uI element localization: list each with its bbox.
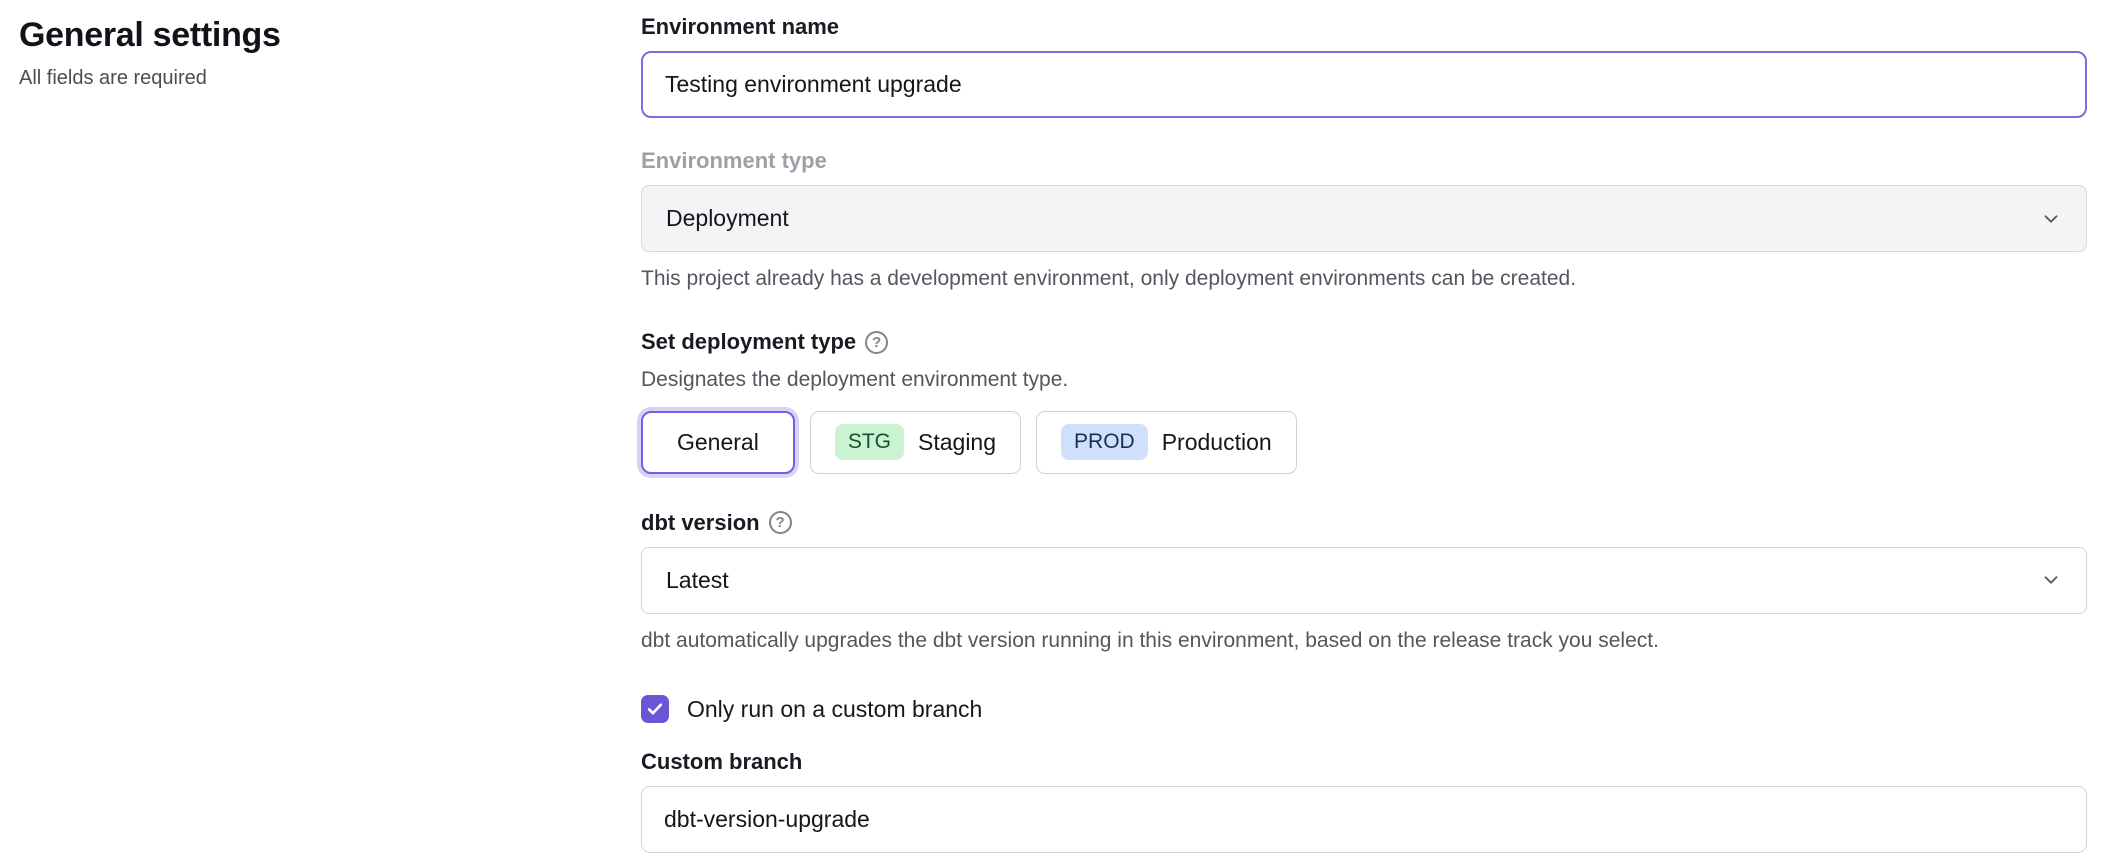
deployment-type-field: Set deployment type ? Designates the dep… (641, 329, 2087, 473)
custom-branch-input[interactable] (641, 786, 2087, 853)
environment-name-field: Environment name (641, 14, 2087, 118)
environment-type-select[interactable]: Deployment (641, 185, 2087, 252)
environment-type-value: Deployment (666, 205, 789, 232)
environment-type-field: Environment type Deployment This project… (641, 148, 2087, 293)
dbt-version-select[interactable]: Latest (641, 547, 2087, 614)
deployment-type-label-text: Set deployment type (641, 329, 856, 355)
dbt-version-helper: dbt automatically upgrades the dbt versi… (641, 627, 2087, 655)
deployment-option-general[interactable]: General (641, 411, 795, 474)
dbt-version-field: dbt version ? Latest dbt automatically u… (641, 510, 2087, 655)
custom-branch-field: Custom branch (641, 749, 2087, 853)
dbt-version-value: Latest (666, 567, 729, 594)
help-icon[interactable]: ? (865, 331, 888, 354)
deployment-type-helper: Designates the deployment environment ty… (641, 366, 2087, 394)
custom-branch-toggle-row: Only run on a custom branch (641, 695, 2087, 723)
environment-type-label: Environment type (641, 148, 2087, 174)
checkmark-icon (645, 699, 665, 719)
environment-name-input[interactable] (641, 51, 2087, 118)
settings-header: General settings All fields are required (19, 16, 579, 90)
dbt-version-label-text: dbt version (641, 510, 760, 536)
deployment-option-production-label: Production (1162, 429, 1272, 456)
settings-form: Environment name Environment type Deploy… (641, 14, 2087, 853)
deployment-option-general-label: General (677, 429, 759, 456)
page-title: General settings (19, 16, 579, 55)
deployment-type-options: General STG Staging PROD Production (641, 411, 2087, 474)
deployment-option-production[interactable]: PROD Production (1036, 411, 1297, 474)
help-icon[interactable]: ? (769, 511, 792, 534)
general-settings-page: General settings All fields are required… (0, 0, 2116, 864)
production-badge: PROD (1061, 424, 1148, 460)
page-subtitle: All fields are required (19, 67, 579, 90)
deployment-option-staging[interactable]: STG Staging (810, 411, 1021, 474)
custom-branch-label: Custom branch (641, 749, 2087, 775)
chevron-down-icon (2040, 208, 2062, 230)
custom-branch-toggle-label: Only run on a custom branch (687, 696, 982, 723)
environment-name-label: Environment name (641, 14, 2087, 40)
dbt-version-label: dbt version ? (641, 510, 2087, 536)
staging-badge: STG (835, 424, 904, 460)
deployment-type-label: Set deployment type ? (641, 329, 2087, 355)
chevron-down-icon (2040, 569, 2062, 591)
environment-type-helper: This project already has a development e… (641, 265, 2087, 293)
custom-branch-checkbox[interactable] (641, 695, 669, 723)
deployment-option-staging-label: Staging (918, 429, 996, 456)
